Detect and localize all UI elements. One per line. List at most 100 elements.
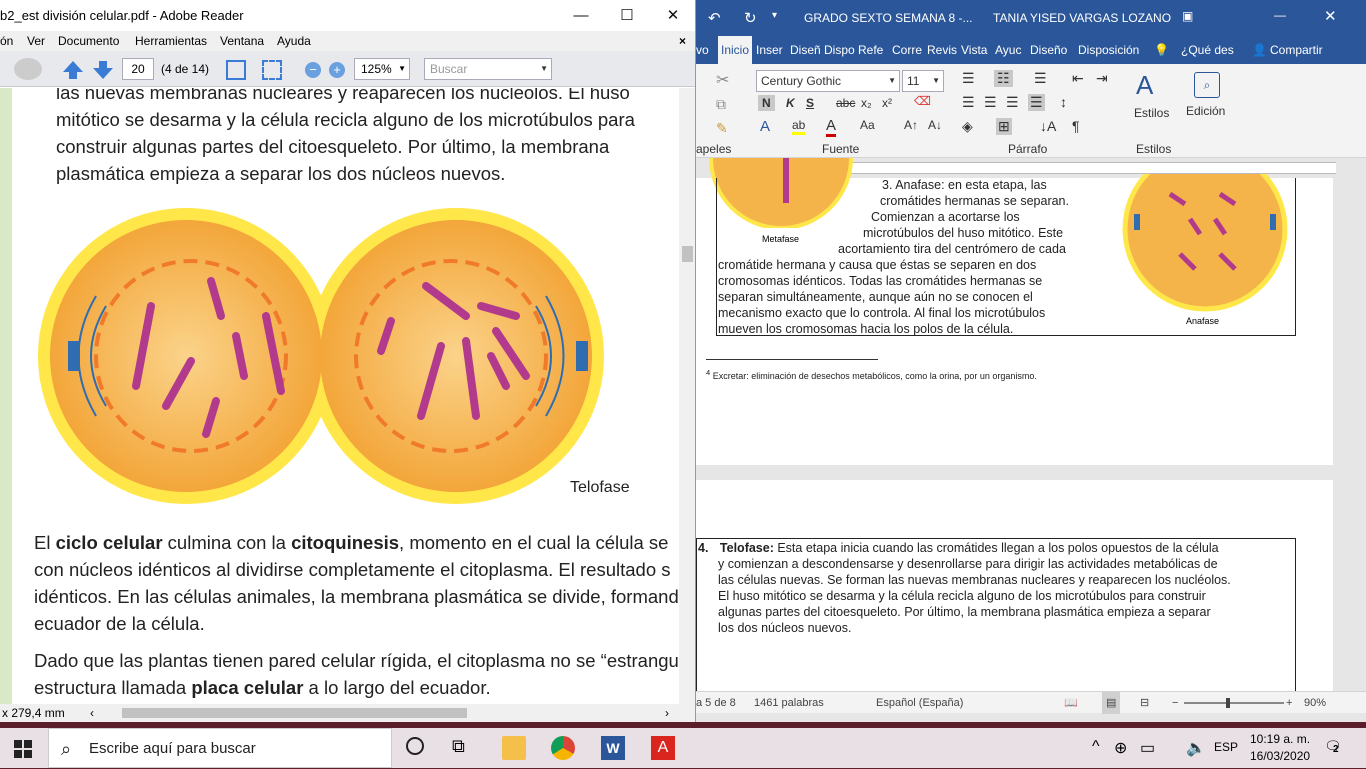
fit-width-icon[interactable] [262, 60, 282, 80]
zoom-level[interactable]: 90% [1304, 692, 1326, 714]
sort-icon[interactable]: ↓A [1040, 118, 1056, 134]
align-left-icon[interactable]: ☰ [962, 94, 975, 111]
adobe-reader-taskbar-icon[interactable]: A [651, 736, 675, 760]
print-layout-icon[interactable]: ▤ [1102, 692, 1121, 714]
bullets-icon[interactable]: ☰ [962, 70, 975, 87]
zoom-out-icon[interactable]: − [305, 62, 321, 78]
volume-icon[interactable]: 🔈 [1186, 738, 1206, 758]
text-effects-icon[interactable]: A [760, 118, 770, 135]
menu-documento[interactable]: Documento [58, 31, 119, 51]
undo-icon[interactable]: ↶ [708, 9, 721, 27]
align-right-icon[interactable]: ☰ [1006, 94, 1019, 111]
format-painter-icon[interactable]: ✎ [716, 120, 728, 137]
task-view-icon[interactable]: ⧉ [452, 736, 465, 757]
tab-inicio[interactable]: Inicio [718, 36, 753, 64]
justify-icon[interactable]: ☰ [1028, 94, 1045, 111]
tray-expand-icon[interactable]: ^ [1092, 738, 1100, 756]
scroll-thumb[interactable] [682, 246, 693, 262]
fit-page-icon[interactable] [226, 60, 246, 80]
tab-vista[interactable]: Vista [961, 36, 987, 64]
underline-icon[interactable]: S [806, 96, 814, 110]
bold-icon[interactable]: N [758, 95, 775, 111]
word-taskbar-icon[interactable]: W [601, 736, 625, 760]
file-explorer-icon[interactable] [502, 736, 526, 760]
taskbar-search[interactable]: ⌕ Escribe aquí para buscar [48, 728, 392, 768]
clock-time[interactable]: 10:19 a. m. [1250, 732, 1310, 746]
page-number-input[interactable]: 20 [122, 58, 154, 80]
menu-herramientas[interactable]: Herramientas [135, 31, 207, 51]
windows-start-icon[interactable] [14, 740, 32, 758]
change-case-icon[interactable]: Aa [860, 118, 875, 132]
share-button[interactable]: Compartir [1270, 36, 1323, 64]
input-language[interactable]: ESP [1214, 740, 1238, 754]
vertical-scrollbar[interactable] [679, 88, 695, 704]
subscript-icon[interactable]: x₂ [861, 96, 872, 110]
tab-archivo[interactable]: vo [696, 36, 709, 64]
tab-correspondencia[interactable]: Corre [892, 36, 922, 64]
font-size-select[interactable]: 11 ▼ [902, 70, 944, 92]
clock-date[interactable]: 16/03/2020 [1250, 749, 1310, 763]
pilcrow-icon[interactable]: ¶ [1072, 118, 1080, 134]
search-input[interactable]: Buscar ▼ [424, 58, 552, 80]
borders-icon[interactable]: ⊞ [996, 118, 1012, 135]
battery-icon[interactable]: ▭ [1140, 738, 1155, 758]
scroll-right-icon[interactable]: › [665, 704, 669, 722]
zoom-slider[interactable] [1184, 702, 1284, 704]
close-button[interactable]: ✕ [650, 0, 695, 31]
styles-icon[interactable]: A [1136, 70, 1153, 101]
status-words[interactable]: 1461 palabras [754, 692, 824, 714]
tab-referencias[interactable]: Refe [858, 36, 883, 64]
highlight-icon[interactable]: ab [792, 118, 806, 135]
increase-indent-icon[interactable]: ⇥ [1096, 70, 1108, 87]
menu-ventana[interactable]: Ventana [220, 31, 264, 51]
redo-icon[interactable]: ↻ [744, 9, 757, 27]
hscroll-thumb[interactable] [122, 708, 467, 718]
tab-diseno-tabla[interactable]: Diseño [1030, 36, 1067, 64]
font-color-icon[interactable]: A [826, 117, 837, 137]
menu-ver[interactable]: Ver [27, 31, 45, 51]
share-icon[interactable]: 👤 [1252, 36, 1267, 64]
shrink-font-icon[interactable]: A↓ [928, 118, 942, 132]
numbering-icon[interactable]: ☷ [994, 70, 1013, 87]
lightbulb-icon[interactable]: 💡 [1154, 36, 1169, 64]
tab-ayuda[interactable]: Ayuc [995, 36, 1021, 64]
copy-icon[interactable]: ⧉ [716, 96, 726, 113]
zoom-in-icon[interactable]: + [329, 62, 345, 78]
web-layout-icon[interactable]: ⊟ [1140, 692, 1149, 714]
tab-diseno[interactable]: Diseñ [790, 36, 821, 64]
prev-page-icon[interactable] [62, 60, 84, 80]
word-minimize-button[interactable]: — [1274, 8, 1286, 22]
grow-font-icon[interactable]: A↑ [904, 118, 918, 132]
zoom-in-icon[interactable]: + [1286, 692, 1292, 714]
superscript-icon[interactable]: x² [882, 96, 892, 110]
tab-disposicion-tabla[interactable]: Disposición [1078, 36, 1139, 64]
minimize-button[interactable]: — [558, 0, 604, 31]
zoom-select[interactable]: 125% ▼ [354, 58, 410, 80]
network-icon[interactable]: ⊕ [1114, 738, 1127, 758]
font-name-select[interactable]: Century Gothic ▼ [756, 70, 900, 92]
tab-insertar[interactable]: Inser [756, 36, 783, 64]
status-page[interactable]: a 5 de 8 [696, 692, 736, 714]
read-mode-icon[interactable]: 📖 [1064, 692, 1078, 714]
zoom-slider-thumb[interactable] [1226, 698, 1230, 708]
strikethrough-icon[interactable]: abc [836, 96, 855, 110]
chrome-icon[interactable] [551, 736, 575, 760]
editing-button[interactable]: Edición [1186, 104, 1225, 118]
status-language[interactable]: Español (España) [876, 692, 963, 714]
maximize-button[interactable]: ☐ [604, 0, 650, 31]
italic-icon[interactable]: K [786, 96, 795, 110]
line-spacing-icon[interactable]: ↕ [1060, 94, 1067, 110]
cut-icon[interactable]: ✂ [716, 70, 729, 90]
tab-revisar[interactable]: Revis [927, 36, 957, 64]
horizontal-scrollbar[interactable]: x 279,4 mm ‹ › [0, 704, 695, 722]
tab-disposicion[interactable]: Dispo [824, 36, 855, 64]
shading-icon[interactable]: ◈ [962, 118, 973, 135]
decrease-indent-icon[interactable]: ⇤ [1072, 70, 1084, 87]
menu-edicion[interactable]: ón [0, 31, 13, 51]
ribbon-display-icon[interactable]: ▣ [1182, 9, 1193, 23]
word-close-button[interactable]: ✕ [1324, 7, 1337, 25]
scroll-left-icon[interactable]: ‹ [90, 704, 94, 722]
clear-format-icon[interactable]: ⌫ [914, 94, 931, 108]
menu-ayuda[interactable]: Ayuda [277, 31, 311, 51]
user-name[interactable]: TANIA YISED VARGAS LOZANO [993, 11, 1171, 25]
